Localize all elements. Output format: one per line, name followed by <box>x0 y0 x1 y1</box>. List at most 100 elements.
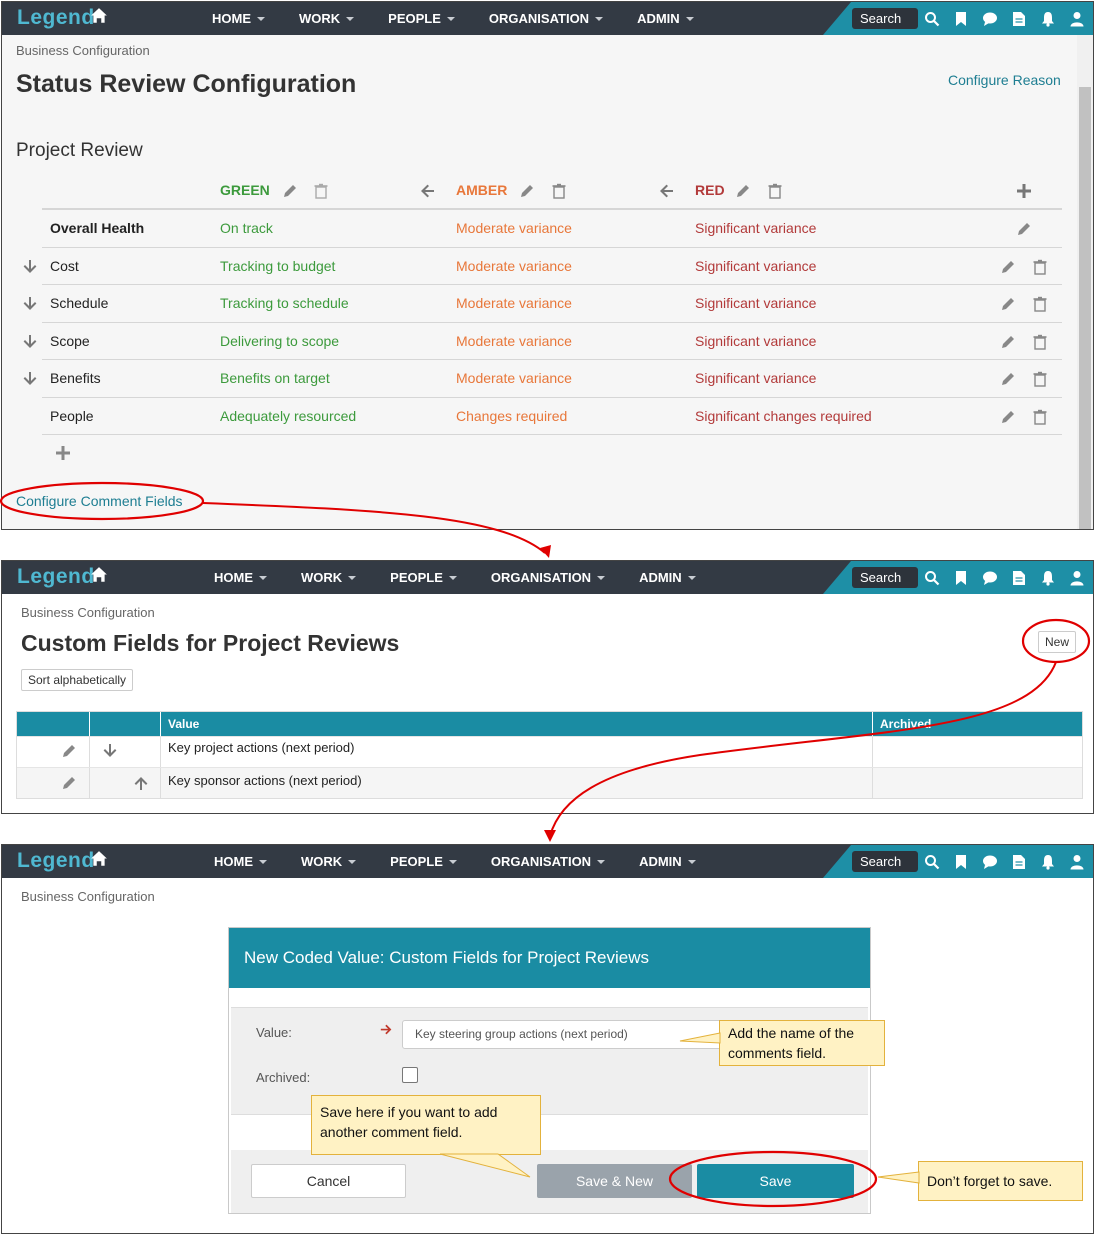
save-button[interactable]: Save <box>697 1164 854 1198</box>
bell-icon[interactable] <box>1040 570 1056 586</box>
search-input[interactable]: Search <box>852 567 918 588</box>
nav-home[interactable]: HOME <box>212 2 265 35</box>
edit-row-icon[interactable] <box>1000 371 1016 387</box>
move-left-red-icon[interactable] <box>659 183 675 199</box>
comment-icon[interactable] <box>982 570 998 586</box>
new-button[interactable]: New <box>1038 631 1077 653</box>
nav-organisation[interactable]: ORGANISATION <box>491 561 606 594</box>
comment-icon[interactable] <box>982 854 998 870</box>
edit-red-icon[interactable] <box>735 183 751 199</box>
scrollbar-thumb[interactable] <box>1079 87 1091 529</box>
move-down-icon[interactable] <box>22 370 38 386</box>
delete-row-icon[interactable] <box>1032 334 1048 350</box>
nav-admin[interactable]: ADMIN <box>639 845 696 878</box>
edit-row-icon[interactable] <box>1000 296 1016 312</box>
nav-home[interactable]: HOME <box>214 845 267 878</box>
amber-value: Moderate variance <box>456 257 572 274</box>
amber-value: Changes required <box>456 407 568 424</box>
value-column-header[interactable]: Value <box>168 717 199 731</box>
bell-icon[interactable] <box>1040 11 1056 27</box>
edit-green-icon[interactable] <box>282 183 298 199</box>
nav-work[interactable]: WORK <box>301 561 357 594</box>
document-icon[interactable] <box>1011 854 1027 870</box>
nav-organisation[interactable]: ORGANISATION <box>489 2 604 35</box>
edit-row-icon[interactable] <box>1000 334 1016 350</box>
nav-organisation[interactable]: ORGANISATION <box>491 845 606 878</box>
move-down-icon[interactable] <box>22 258 38 274</box>
archived-column-header[interactable]: Archived <box>880 717 931 731</box>
cancel-button[interactable]: Cancel <box>251 1164 406 1198</box>
add-column-icon[interactable] <box>1016 183 1032 199</box>
user-icon[interactable] <box>1069 11 1085 27</box>
dialog-title: New Coded Value: Custom Fields for Proje… <box>229 928 870 988</box>
home-icon[interactable] <box>90 7 108 25</box>
bell-icon[interactable] <box>1040 854 1056 870</box>
delete-amber-icon[interactable] <box>551 183 567 199</box>
nav-people[interactable]: PEOPLE <box>388 2 455 35</box>
bookmark-icon[interactable] <box>953 570 969 586</box>
user-icon[interactable] <box>1069 570 1085 586</box>
amber-value: Moderate variance <box>456 332 572 349</box>
comment-icon[interactable] <box>982 11 998 27</box>
edit-amber-icon[interactable] <box>519 183 535 199</box>
edit-row-icon[interactable] <box>1000 259 1016 275</box>
nav-admin[interactable]: ADMIN <box>637 2 694 35</box>
logo[interactable]: Legend <box>17 6 95 30</box>
delete-row-icon[interactable] <box>1032 296 1048 312</box>
edit-icon[interactable] <box>61 743 77 759</box>
row-label: People <box>50 407 94 424</box>
amber-value: Moderate variance <box>456 370 572 386</box>
move-down-icon[interactable] <box>22 333 38 349</box>
document-icon[interactable] <box>1011 11 1027 27</box>
search-input[interactable]: Search <box>852 851 918 872</box>
search-icon[interactable] <box>924 11 940 27</box>
delete-row-icon[interactable] <box>1032 259 1048 275</box>
table-row-benefits: Benefits Benefits on target Moderate var… <box>23 360 1062 398</box>
document-icon[interactable] <box>1011 570 1027 586</box>
green-value: On track <box>220 220 273 236</box>
home-icon[interactable] <box>90 566 108 584</box>
breadcrumb[interactable]: Business Configuration <box>16 43 150 58</box>
nav-work[interactable]: WORK <box>299 2 355 35</box>
search-icon[interactable] <box>924 854 940 870</box>
home-icon[interactable] <box>90 850 108 868</box>
bookmark-icon[interactable] <box>953 11 969 27</box>
save-new-callout: Save here if you want to add another com… <box>311 1095 541 1155</box>
delete-row-icon[interactable] <box>1032 409 1048 425</box>
delete-row-icon[interactable] <box>1032 371 1048 387</box>
edit-row-icon[interactable] <box>1016 221 1032 237</box>
value-input[interactable]: Key steering group actions (next period) <box>402 1020 722 1049</box>
move-left-amber-icon[interactable] <box>420 183 436 199</box>
save-and-new-button[interactable]: Save & New <box>537 1164 692 1198</box>
nav-people[interactable]: PEOPLE <box>390 561 457 594</box>
search-input[interactable]: Search <box>852 8 918 29</box>
review-table: GREEN AMBER RED Overall Health On track … <box>23 172 1062 435</box>
scrollbar-track[interactable] <box>1077 35 1093 529</box>
edit-icon[interactable] <box>61 775 77 791</box>
edit-row-icon[interactable] <box>1000 409 1016 425</box>
review-table-header: GREEN AMBER RED <box>42 172 1062 210</box>
move-up-icon[interactable] <box>133 776 149 792</box>
configure-comment-fields-link[interactable]: Configure Comment Fields <box>16 493 183 509</box>
add-row-icon[interactable] <box>55 445 71 461</box>
archived-label: Archived: <box>256 1070 311 1085</box>
user-icon[interactable] <box>1069 854 1085 870</box>
breadcrumb[interactable]: Business Configuration <box>21 605 155 620</box>
logo[interactable]: Legend <box>17 565 95 589</box>
nav-admin[interactable]: ADMIN <box>639 561 696 594</box>
nav-people[interactable]: PEOPLE <box>390 845 457 878</box>
nav-work[interactable]: WORK <box>301 845 357 878</box>
logo[interactable]: Legend <box>17 849 95 873</box>
move-down-icon[interactable] <box>102 742 118 758</box>
configure-reason-link[interactable]: Configure Reason <box>948 72 1061 88</box>
sort-alphabetically-button[interactable]: Sort alphabetically <box>21 669 134 691</box>
archived-checkbox[interactable] <box>402 1067 418 1083</box>
breadcrumb[interactable]: Business Configuration <box>21 889 155 904</box>
delete-green-icon[interactable] <box>313 183 329 199</box>
name-field-callout: Add the name of the comments field. <box>719 1020 885 1066</box>
bookmark-icon[interactable] <box>953 854 969 870</box>
search-icon[interactable] <box>924 570 940 586</box>
move-down-icon[interactable] <box>22 295 38 311</box>
nav-home[interactable]: HOME <box>214 561 267 594</box>
delete-red-icon[interactable] <box>767 183 783 199</box>
